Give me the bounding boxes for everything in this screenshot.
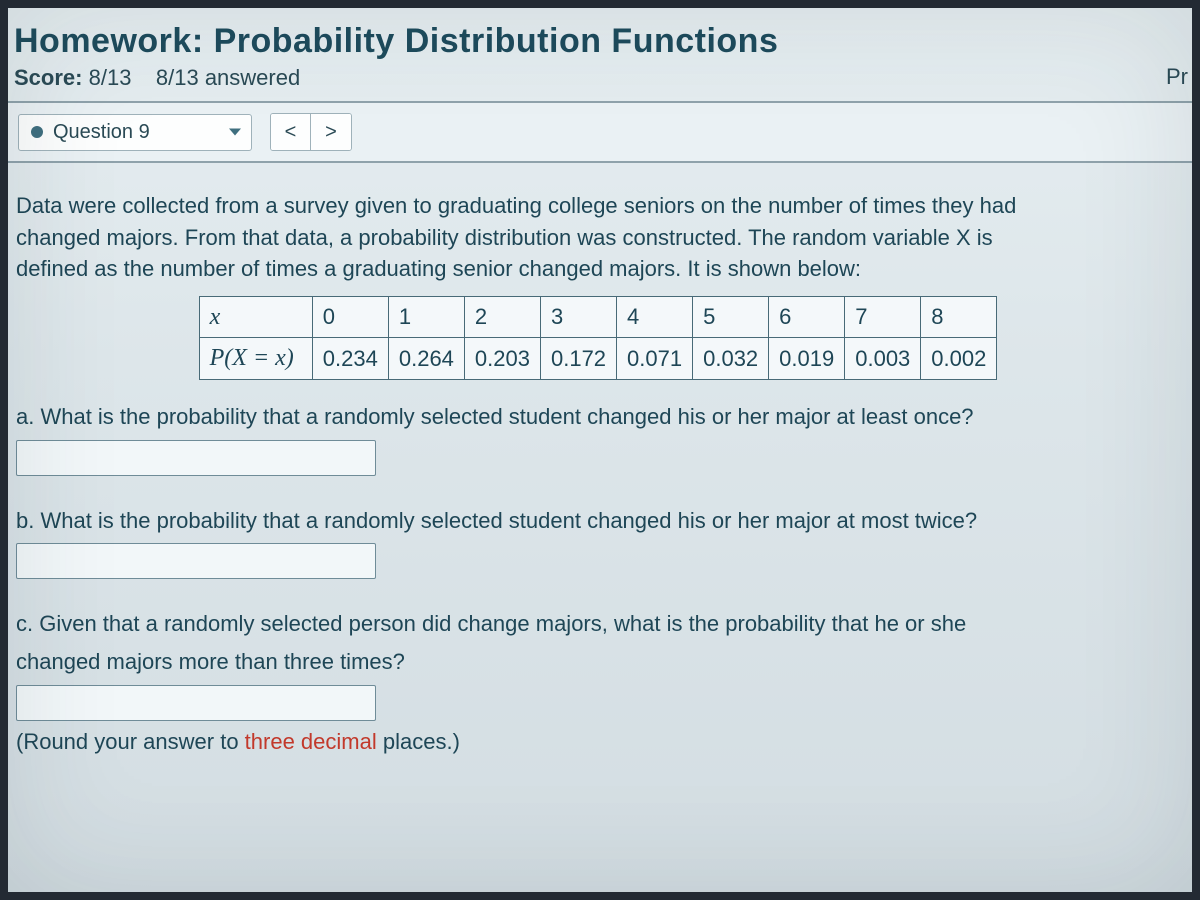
x-cell: 7 <box>845 297 921 338</box>
page-inner: Homework: Probability Distribution Funct… <box>8 8 1192 756</box>
answer-input-b[interactable] <box>16 543 376 579</box>
chevron-down-icon <box>229 129 241 136</box>
answer-input-a[interactable] <box>16 440 376 476</box>
question-toolbar: Question 9 < > <box>8 101 1192 163</box>
prompt-line: Data were collected from a survey given … <box>16 191 1180 221</box>
prev-question-button[interactable]: < <box>271 114 311 150</box>
rounding-note: (Round your answer to three decimal plac… <box>16 727 1180 757</box>
page-title: Homework: Probability Distribution Funct… <box>8 8 1192 65</box>
p-cell: 0.032 <box>693 338 769 379</box>
subquestion-a-text: a. What is the probability that a random… <box>16 402 1180 432</box>
question-selector[interactable]: Question 9 <box>18 114 252 151</box>
p-cell: 0.003 <box>845 338 921 379</box>
rounding-note-post: places.) <box>377 729 460 754</box>
p-cell: 0.019 <box>769 338 845 379</box>
question-nav: < > <box>270 113 352 151</box>
app-window: Homework: Probability Distribution Funct… <box>0 0 1200 900</box>
row-label-x: x <box>199 297 312 338</box>
subquestion-b: b. What is the probability that a random… <box>16 506 1180 580</box>
prompt-line: changed majors. From that data, a probab… <box>16 223 1180 253</box>
p-cell: 0.172 <box>540 338 616 379</box>
subquestion-c: c. Given that a randomly selected person… <box>16 609 1180 756</box>
question-selector-label: Question 9 <box>53 121 150 144</box>
score-line: Score: 8/13 8/13 answered <box>8 65 1192 101</box>
p-cell: 0.234 <box>312 338 388 379</box>
subquestion-b-text: b. What is the probability that a random… <box>16 506 1180 536</box>
question-content: Data were collected from a survey given … <box>8 191 1192 756</box>
x-cell: 5 <box>693 297 769 338</box>
x-cell: 4 <box>617 297 693 338</box>
row-label-p: P(X = x) <box>199 338 312 379</box>
x-cell: 3 <box>540 297 616 338</box>
subquestion-c-text-line1: c. Given that a randomly selected person… <box>16 609 1180 639</box>
answer-input-c[interactable] <box>16 685 376 721</box>
table-row: P(X = x) 0.234 0.264 0.203 0.172 0.071 0… <box>199 338 997 379</box>
question-prompt: Data were collected from a survey given … <box>16 191 1180 284</box>
p-cell: 0.071 <box>617 338 693 379</box>
right-truncated-label: Pr <box>1166 64 1192 90</box>
chevron-left-icon: < <box>285 121 297 144</box>
x-cell: 0 <box>312 297 388 338</box>
x-cell: 8 <box>921 297 997 338</box>
score-label: Score: <box>14 65 82 90</box>
answered-count: 8/13 answered <box>156 65 300 90</box>
distribution-table: x 0 1 2 3 4 5 6 7 8 P(X = x) 0.234 0.264… <box>199 296 998 380</box>
p-cell: 0.264 <box>388 338 464 379</box>
x-cell: 6 <box>769 297 845 338</box>
subquestion-a: a. What is the probability that a random… <box>16 402 1180 476</box>
p-cell: 0.002 <box>921 338 997 379</box>
x-cell: 1 <box>388 297 464 338</box>
p-cell: 0.203 <box>464 338 540 379</box>
subquestion-c-text-line2: changed majors more than three times? <box>16 647 1180 677</box>
rounding-note-highlight: three decimal <box>245 729 377 754</box>
rounding-note-pre: (Round your answer to <box>16 729 245 754</box>
status-dot-icon <box>31 126 43 138</box>
score-value: 8/13 <box>89 65 132 90</box>
prompt-line: defined as the number of times a graduat… <box>16 254 1180 284</box>
next-question-button[interactable]: > <box>311 114 351 150</box>
x-cell: 2 <box>464 297 540 338</box>
chevron-right-icon: > <box>325 121 337 144</box>
table-row: x 0 1 2 3 4 5 6 7 8 <box>199 297 997 338</box>
